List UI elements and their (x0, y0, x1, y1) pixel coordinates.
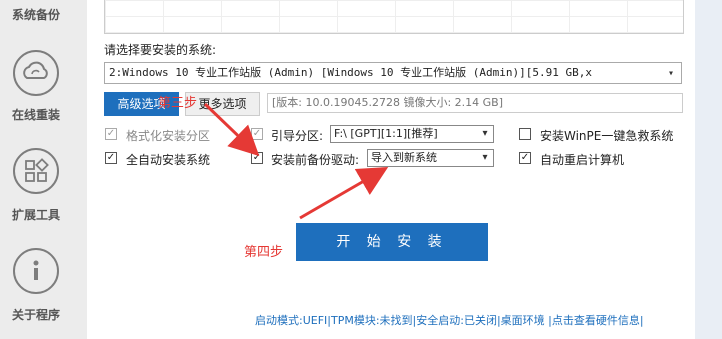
status-bar[interactable]: 启动模式:UEFI|TPM模块:未找到|安全启动:已关闭|桌面环境 |点击查看硬… (255, 312, 644, 328)
right-edge-panel (695, 0, 722, 339)
step4-arrow (299, 166, 389, 220)
step3-arrow (203, 102, 260, 157)
annotation-arrows (203, 102, 389, 220)
